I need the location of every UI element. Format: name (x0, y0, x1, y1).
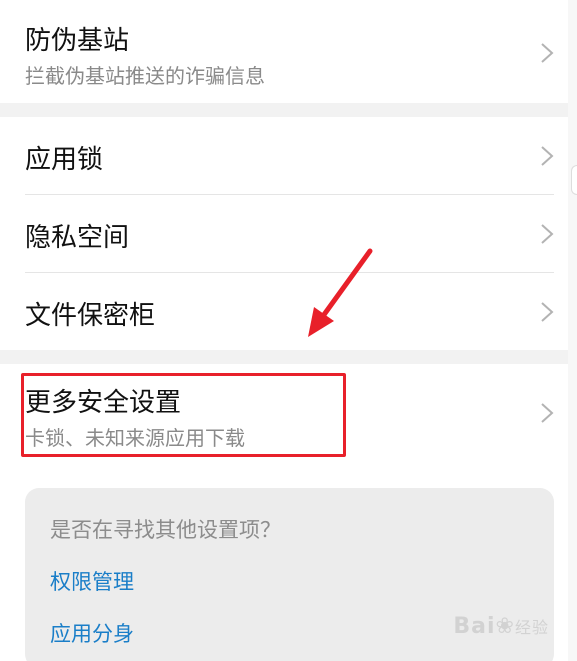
annotation-highlight-box (21, 373, 346, 457)
row-subtitle: 拦截伪基站推送的诈骗信息 (25, 64, 265, 88)
watermark-brand: Bai (453, 614, 496, 639)
link-permission-management[interactable]: 权限管理 (50, 566, 134, 596)
row-app-lock[interactable]: 应用锁 (0, 117, 568, 194)
right-edge-strip (568, 0, 577, 661)
chevron-right-icon (541, 224, 554, 244)
watermark-suffix: 经验 (514, 618, 549, 637)
row-private-space[interactable]: 隐私空间 (0, 195, 568, 272)
chevron-right-icon (541, 43, 554, 63)
chevron-right-icon (541, 146, 554, 166)
paw-icon: ❀ (495, 614, 515, 639)
suggestion-title: 是否在寻找其他设置项？ (50, 518, 281, 542)
watermark-logo: Bai❀经验 (453, 614, 549, 639)
row-anti-fake-base-station[interactable]: 防伪基站 拦截伪基站推送的诈骗信息 (0, 0, 568, 103)
chevron-right-icon (541, 302, 554, 322)
chevron-right-icon (541, 403, 554, 423)
row-file-safe[interactable]: 文件保密柜 (0, 273, 568, 350)
card-anti-fake-base-station: 防伪基站 拦截伪基站推送的诈骗信息 (0, 0, 568, 103)
edge-handle (571, 165, 577, 195)
link-app-twin[interactable]: 应用分身 (50, 618, 134, 648)
row-title: 隐私空间 (25, 223, 130, 253)
security-settings-page: 防伪基站 拦截伪基站推送的诈骗信息 应用锁 隐私空间 文件保密柜 更多安全设置 … (0, 0, 577, 661)
row-title: 应用锁 (25, 145, 104, 175)
row-title: 文件保密柜 (25, 301, 156, 331)
card-privacy: 应用锁 隐私空间 文件保密柜 (0, 117, 568, 350)
row-title: 防伪基站 (25, 26, 130, 56)
annotation-arrow-icon (308, 248, 373, 337)
